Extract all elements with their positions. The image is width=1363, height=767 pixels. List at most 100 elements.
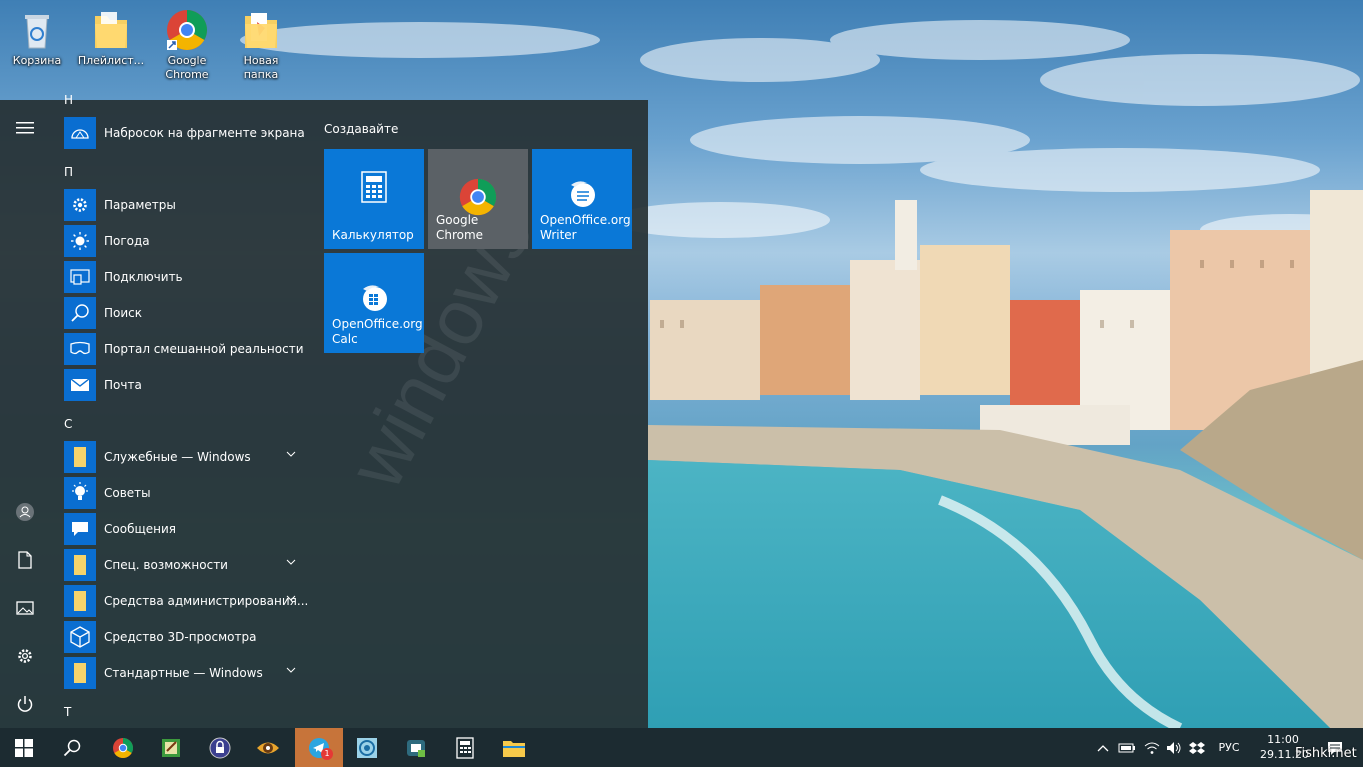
- app-item-messages[interactable]: Сообщения: [64, 513, 304, 545]
- app-item-system-tools[interactable]: Служебные — Windows: [64, 441, 304, 473]
- desktop-icon-google-chrome[interactable]: Google Chrome: [152, 6, 222, 82]
- taskbar-file-explorer[interactable]: [490, 728, 538, 767]
- tray-volume[interactable]: [1164, 728, 1184, 767]
- camera-app-icon: [357, 737, 377, 758]
- taskbar-search-button[interactable]: [48, 728, 96, 767]
- app-item-label: Сообщения: [104, 522, 177, 536]
- taskbar-store-app[interactable]: [392, 728, 440, 767]
- taskbar-lock-app[interactable]: [196, 728, 244, 767]
- battery-icon: [1118, 743, 1135, 752]
- settings-button[interactable]: [13, 644, 37, 668]
- app-item-label: Средства администрирования...: [104, 594, 309, 608]
- tile-label: OpenOffice.org Calc: [332, 317, 423, 346]
- chevron-up-icon: [1097, 744, 1109, 751]
- taskbar-notepad-app[interactable]: [147, 728, 195, 767]
- desktop-icon-label: Корзина: [12, 54, 62, 67]
- section-letter[interactable]: Н: [64, 93, 73, 107]
- telegram-unread-badge: 1: [321, 748, 333, 760]
- taskbar-telegram[interactable]: 1: [295, 728, 343, 767]
- lightbulb-icon: [64, 477, 96, 509]
- section-letter[interactable]: Т: [64, 705, 71, 719]
- app-item-settings[interactable]: Параметры: [64, 189, 304, 221]
- app-item-tips[interactable]: Советы: [64, 477, 304, 509]
- gear-icon: [18, 649, 32, 663]
- folder-icon: [64, 441, 96, 473]
- section-letter[interactable]: С: [64, 417, 72, 431]
- tile-calculator[interactable]: Калькулятор: [324, 149, 424, 249]
- desktop-icon-label: Новая папка: [243, 54, 279, 81]
- user-account-button[interactable]: [13, 500, 37, 524]
- taskbar-chrome[interactable]: [99, 728, 147, 767]
- clock-time: 11:00: [1267, 733, 1299, 746]
- documents-button[interactable]: [13, 548, 37, 572]
- chevron-down-icon: [286, 667, 296, 673]
- folder-icon: [239, 8, 283, 52]
- windows-logo-icon: [15, 738, 33, 757]
- tile-openoffice-writer[interactable]: OpenOffice.org Writer: [532, 149, 632, 249]
- chevron-down-icon: [286, 451, 296, 457]
- tile-label: Калькулятор: [332, 228, 414, 242]
- chrome-icon: [113, 737, 133, 758]
- desktop-icon-new-folder[interactable]: Новая папка: [226, 6, 296, 82]
- chevron-down-icon: [286, 595, 296, 601]
- wifi-icon: [1144, 742, 1160, 754]
- app-item-mixed-reality[interactable]: Портал смешанной реальности: [64, 333, 304, 365]
- start-rail: [0, 100, 50, 728]
- tray-network[interactable]: [1142, 728, 1162, 767]
- app-item-label: Параметры: [104, 198, 176, 212]
- app-item-search[interactable]: Поиск: [64, 297, 304, 329]
- app-item-weather[interactable]: Погода: [64, 225, 304, 257]
- eye-app-icon: [257, 742, 279, 753]
- folder-icon: [503, 740, 525, 757]
- desktop-icon-recycle-bin[interactable]: Корзина: [2, 6, 72, 68]
- desktop-icon-playlist-folder[interactable]: Плейлист...: [76, 6, 146, 68]
- app-item-label: Набросок на фрагменте экрана: [104, 126, 305, 140]
- tray-battery[interactable]: [1116, 728, 1138, 767]
- image-icon: [16, 601, 34, 615]
- gear-icon: [64, 189, 96, 221]
- mixed-reality-icon: [64, 333, 96, 365]
- taskbar-calculator[interactable]: [441, 728, 489, 767]
- site-watermark: Fishki.net: [1295, 746, 1357, 761]
- app-item-label: Подключить: [104, 270, 183, 284]
- taskbar-camera-app[interactable]: [343, 728, 391, 767]
- section-letter[interactable]: П: [64, 165, 73, 179]
- folder-icon: [64, 549, 96, 581]
- tray-overflow-button[interactable]: [1094, 728, 1112, 767]
- app-item-label: Служебные — Windows: [104, 450, 251, 464]
- app-item-snip-sketch[interactable]: Набросок на фрагменте экрана: [64, 117, 305, 149]
- app-item-label: Спец. возможности: [104, 558, 228, 572]
- taskbar-eye-app[interactable]: [244, 728, 292, 767]
- chrome-icon: [428, 177, 528, 217]
- speaker-icon: [1167, 741, 1181, 754]
- mail-icon: [64, 369, 96, 401]
- tile-google-chrome[interactable]: Google Chrome: [428, 149, 528, 249]
- tile-openoffice-calc[interactable]: OpenOffice.org Calc: [324, 253, 424, 353]
- expand-menu-button[interactable]: [13, 116, 37, 140]
- user-avatar-icon: [16, 503, 34, 521]
- app-item-label: Погода: [104, 234, 150, 248]
- tray-language[interactable]: РУС: [1212, 728, 1246, 767]
- app-item-3d-viewer[interactable]: Средство 3D-просмотра: [64, 621, 304, 653]
- sun-icon: [64, 225, 96, 257]
- notepad-icon: [162, 738, 180, 757]
- app-list[interactable]: Н Набросок на фрагменте экрана П Парамет…: [50, 93, 312, 728]
- lock-app-icon: [209, 737, 231, 758]
- start-button[interactable]: [0, 728, 48, 767]
- app-item-accessories[interactable]: Стандартные — Windows: [64, 657, 304, 689]
- power-icon: [17, 696, 33, 712]
- app-item-accessibility[interactable]: Спец. возможности: [64, 549, 304, 581]
- tiles-group-title[interactable]: Создавайте: [324, 122, 398, 136]
- app-item-admin-tools[interactable]: Средства администрирования...: [64, 585, 308, 617]
- search-icon: [64, 297, 96, 329]
- app-item-label: Стандартные — Windows: [104, 666, 263, 680]
- app-item-mail[interactable]: Почта: [64, 369, 304, 401]
- tray-dropbox[interactable]: [1186, 728, 1208, 767]
- openoffice-writer-icon: [532, 179, 632, 209]
- folder-icon: [64, 585, 96, 617]
- pictures-button[interactable]: [13, 596, 37, 620]
- power-button[interactable]: [13, 692, 37, 716]
- store-icon: [407, 739, 425, 757]
- app-item-connect[interactable]: Подключить: [64, 261, 304, 293]
- hamburger-icon: [16, 122, 34, 134]
